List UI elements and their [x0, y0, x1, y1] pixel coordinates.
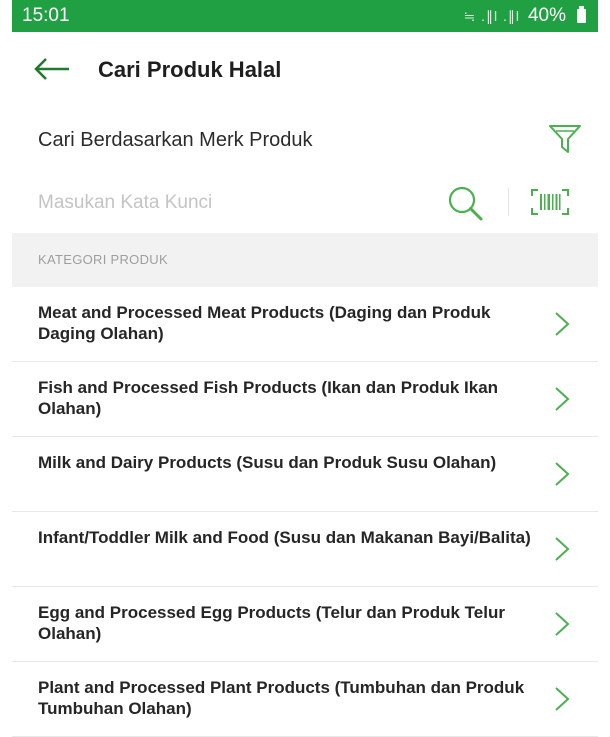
- chevron-right-icon: [555, 537, 570, 561]
- category-item-milk[interactable]: Milk and Dairy Products (Susu dan Produk…: [12, 437, 598, 512]
- status-bar: 15:01 ≒ .∥l .∥l 40%: [12, 0, 598, 32]
- category-section-header: KATEGORI PRODUK: [12, 233, 598, 287]
- section-title: KATEGORI PRODUK: [38, 252, 168, 267]
- battery-level: 40%: [527, 5, 566, 26]
- category-label: Plant and Processed Plant Products (Tumb…: [38, 678, 525, 718]
- chevron-right-icon: [555, 462, 570, 486]
- chevron-right-icon: [555, 612, 570, 636]
- category-list: Meat and Processed Meat Products (Daging…: [12, 287, 598, 737]
- search-by-brand-label: Cari Berdasarkan Merk Produk: [38, 129, 313, 151]
- status-time: 15:01: [22, 5, 70, 26]
- page-title: Cari Produk Halal: [98, 57, 282, 82]
- category-label: Infant/Toddler Milk and Food (Susu dan M…: [38, 528, 531, 547]
- chevron-right-icon: [555, 687, 570, 711]
- keyword-search-row: [12, 170, 598, 234]
- divider: [508, 188, 509, 216]
- status-indicators: ≒ .∥l .∥l 40%: [463, 5, 586, 27]
- arrow-left-icon[interactable]: [34, 58, 70, 80]
- category-label: Fish and Processed Fish Products (Ikan d…: [38, 378, 499, 418]
- chevron-right-icon: [555, 387, 570, 411]
- filter-icon[interactable]: [548, 122, 582, 156]
- barcode-icon[interactable]: [530, 188, 570, 216]
- category-item-meat[interactable]: Meat and Processed Meat Products (Daging…: [12, 287, 598, 362]
- app-bar: Cari Produk Halal: [12, 32, 598, 107]
- keyword-input[interactable]: [36, 184, 420, 222]
- battery-icon: [577, 6, 586, 23]
- search-icon[interactable]: [446, 184, 484, 222]
- category-label: Milk and Dairy Products (Susu dan Produk…: [38, 453, 497, 472]
- category-item-infant[interactable]: Infant/Toddler Milk and Food (Susu dan M…: [12, 512, 598, 587]
- category-item-egg[interactable]: Egg and Processed Egg Products (Telur da…: [12, 587, 598, 662]
- search-by-brand-row[interactable]: Cari Berdasarkan Merk Produk: [12, 106, 598, 171]
- chevron-right-icon: [555, 312, 570, 336]
- category-label: Meat and Processed Meat Products (Daging…: [38, 303, 491, 343]
- signal-icon: ≒ .∥l .∥l: [463, 7, 520, 24]
- category-item-plant[interactable]: Plant and Processed Plant Products (Tumb…: [12, 662, 598, 737]
- category-item-fish[interactable]: Fish and Processed Fish Products (Ikan d…: [12, 362, 598, 437]
- category-label: Egg and Processed Egg Products (Telur da…: [38, 603, 505, 643]
